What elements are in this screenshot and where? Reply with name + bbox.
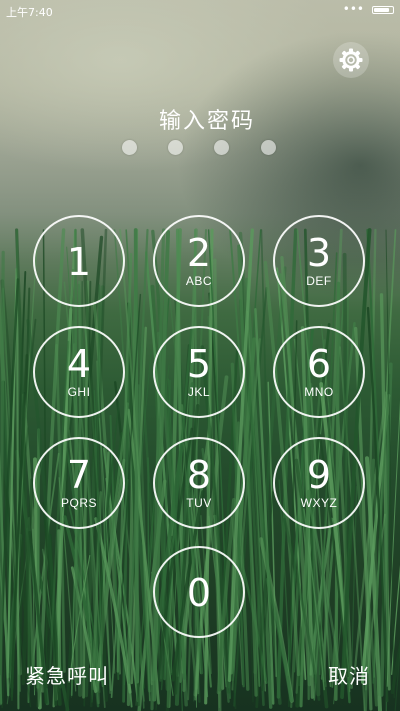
key-letters: GHI [67, 385, 91, 399]
key-5[interactable]: 5 JKL [153, 326, 245, 418]
emergency-call-button[interactable]: 紧急呼叫 [25, 660, 109, 689]
key-0[interactable]: 0 [153, 546, 245, 638]
key-letters: JKL [187, 385, 211, 399]
pin-dot [261, 140, 276, 155]
pin-indicator [0, 140, 400, 156]
gear-icon [339, 48, 363, 72]
key-digit: 4 [66, 342, 92, 386]
key-digit: 3 [306, 231, 332, 275]
battery-level [374, 8, 389, 12]
pin-dot [122, 140, 137, 155]
key-6[interactable]: 6 MNO [273, 326, 365, 418]
more-indicator-icon: ••• [342, 2, 364, 16]
key-digit: 6 [306, 342, 332, 386]
key-letters: WXYZ [300, 496, 338, 510]
key-1[interactable]: 1 [33, 215, 125, 307]
key-letters: MNO [304, 385, 334, 399]
key-letters: ABC [185, 274, 213, 288]
lock-screen: 上午7:40 ••• 输入密码 1 2 ABC 3 DEF 4 GHI 5 JKL 6 MNO 7 PQ… [0, 0, 400, 711]
settings-button[interactable] [333, 42, 369, 78]
key-digit: 2 [186, 231, 212, 275]
key-4[interactable]: 4 GHI [33, 326, 125, 418]
password-prompt: 输入密码 [158, 109, 255, 134]
key-digit: 5 [186, 342, 212, 386]
key-letters: TUV [186, 496, 212, 510]
key-letters: PQRS [60, 496, 97, 510]
key-9[interactable]: 9 WXYZ [273, 437, 365, 529]
key-digit: 0 [186, 571, 212, 615]
key-2[interactable]: 2 ABC [153, 215, 245, 307]
key-8[interactable]: 8 TUV [153, 437, 245, 529]
key-digit: 9 [306, 453, 332, 497]
key-7[interactable]: 7 PQRS [33, 437, 125, 529]
pin-dot [214, 140, 229, 155]
pin-dot [168, 140, 183, 155]
key-digit: 1 [66, 240, 92, 284]
key-digit: 7 [66, 453, 92, 497]
cancel-button[interactable]: 取消 [328, 660, 370, 689]
battery-icon [372, 6, 394, 14]
key-letters: DEF [306, 274, 332, 288]
status-time: 上午7:40 [6, 6, 53, 19]
key-3[interactable]: 3 DEF [273, 215, 365, 307]
key-digit: 8 [186, 453, 212, 497]
status-bar: 上午7:40 ••• [0, 0, 400, 22]
